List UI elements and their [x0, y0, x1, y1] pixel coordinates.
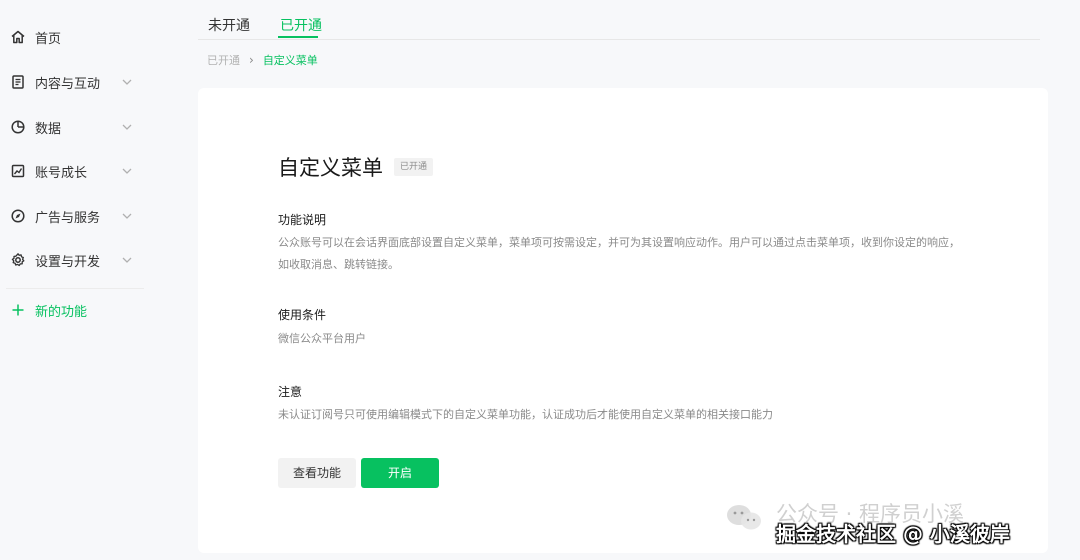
pie-chart-icon — [10, 119, 26, 135]
gear-icon — [10, 252, 26, 268]
view-feature-button[interactable]: 查看功能 — [278, 458, 356, 488]
home-icon — [10, 29, 26, 45]
active-tab-indicator — [278, 36, 318, 38]
status-badge: 已开通 — [394, 158, 434, 176]
sidebar-item-data[interactable]: 数据 — [0, 112, 150, 142]
document-icon — [10, 74, 26, 90]
sidebar-item-label: 首页 — [35, 32, 62, 47]
sidebar-item-ads[interactable]: 广告与服务 — [0, 201, 150, 231]
section-heading-conditions: 使用条件 — [278, 308, 327, 322]
chevron-down-icon — [121, 210, 133, 222]
tab-unopened[interactable]: 未开通 — [208, 15, 250, 35]
status-tabs: 未开通 已开通 — [198, 0, 1040, 40]
breadcrumb-separator: › — [249, 53, 254, 67]
sidebar-item-new-features[interactable]: 新的功能 — [0, 295, 150, 325]
sidebar-item-label: 数据 — [35, 122, 62, 137]
sidebar-item-label: 广告与服务 — [35, 211, 101, 226]
chevron-down-icon — [121, 165, 133, 177]
chevron-down-icon — [121, 254, 133, 266]
sidebar-item-growth[interactable]: 账号成长 — [0, 156, 150, 186]
sidebar-item-label: 新的功能 — [35, 305, 88, 320]
trend-icon — [10, 163, 26, 179]
enable-button[interactable]: 开启 — [361, 458, 439, 488]
sidebar-item-label: 内容与互动 — [35, 77, 101, 92]
sidebar-item-label: 设置与开发 — [35, 255, 101, 270]
feature-card: 自定义菜单 已开通 功能说明 公众账号可以在会话界面底部设置自定义菜单，菜单项可… — [198, 88, 1048, 553]
breadcrumb-current: 自定义菜单 — [262, 54, 318, 67]
sidebar-item-content[interactable]: 内容与互动 — [0, 67, 150, 97]
breadcrumb-parent-link[interactable]: 已开通 — [207, 52, 240, 68]
section-heading-note: 注意 — [278, 385, 303, 399]
sidebar-item-settings[interactable]: 设置与开发 — [0, 245, 150, 275]
breadcrumb: 已开通 › 自定义菜单 — [207, 52, 318, 68]
watermark: 公众号 · 程序员小溪 掘金技术社区 @ 小溪彼岸 — [724, 496, 1080, 560]
page-title: 自定义菜单 — [278, 156, 383, 180]
chevron-down-icon — [121, 121, 133, 133]
sidebar-divider — [6, 288, 144, 289]
wechat-logo-icon — [724, 502, 766, 534]
plus-icon — [10, 302, 26, 318]
section-body-conditions: 微信公众平台用户 — [278, 332, 366, 345]
watermark-line-2: 掘金技术社区 @ 小溪彼岸 — [776, 522, 1010, 546]
sidebar-item-home[interactable]: 首页 — [0, 22, 150, 52]
section-heading-description: 功能说明 — [278, 213, 327, 227]
compass-icon — [10, 208, 26, 224]
chevron-down-icon — [121, 76, 133, 88]
section-body-description: 公众账号可以在会话界面底部设置自定义菜单，菜单项可按需设定，并可为其设置响应动作… — [278, 236, 960, 271]
tab-opened[interactable]: 已开通 — [280, 15, 322, 35]
sidebar: 首页 内容与互动 数据 账号成长 广告与服务 设置与开发 新的功能 — [0, 0, 150, 560]
sidebar-item-label: 账号成长 — [35, 166, 88, 181]
section-body-note: 未认证订阅号只可使用编辑模式下的自定义菜单功能，认证成功后才能使用自定义菜单的相… — [278, 408, 773, 421]
